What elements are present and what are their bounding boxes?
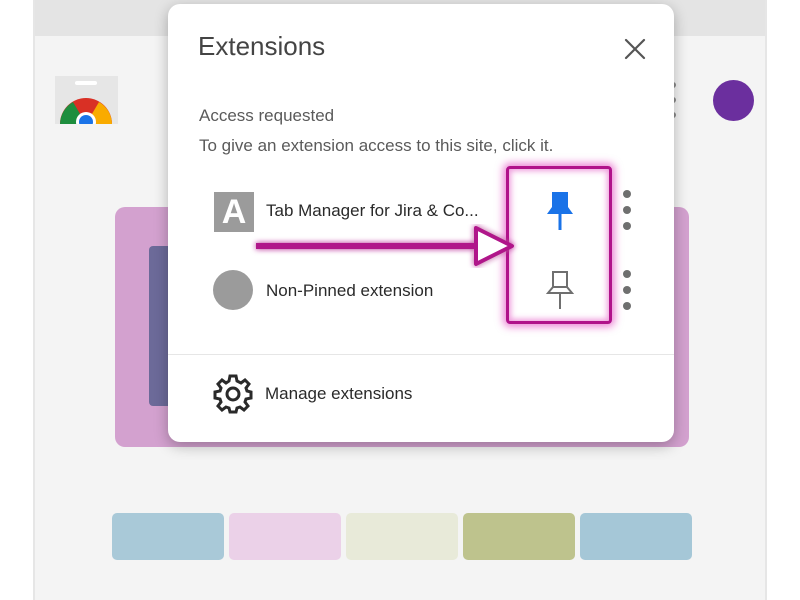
access-requested-description: To give an extension access to this site…	[199, 136, 554, 155]
access-requested-title: Access requested	[199, 106, 335, 125]
color-swatch	[580, 513, 692, 560]
extension-menu-icon[interactable]	[622, 190, 632, 230]
web-store-icon	[55, 76, 118, 124]
letter-a-icon: A	[214, 192, 254, 232]
color-swatch	[346, 513, 458, 560]
color-swatch	[112, 513, 224, 560]
profile-avatar[interactable]	[713, 80, 754, 121]
extension-name: Non-Pinned extension	[266, 281, 434, 300]
manage-extensions-label: Manage extensions	[265, 384, 413, 403]
highlight-arrow-icon	[256, 226, 514, 266]
manage-extensions-button[interactable]: Manage extensions	[212, 370, 512, 414]
pin-highlight-box	[506, 166, 612, 324]
popup-title: Extensions	[198, 31, 326, 61]
extension-menu-icon[interactable]	[622, 270, 632, 310]
gear-icon	[213, 374, 253, 414]
color-swatch	[229, 513, 341, 560]
close-icon[interactable]	[620, 34, 650, 64]
extension-name: Tab Manager for Jira & Co...	[266, 201, 479, 220]
gray-circle-icon	[213, 270, 253, 310]
color-swatch	[463, 513, 575, 560]
popup-divider	[168, 354, 674, 355]
